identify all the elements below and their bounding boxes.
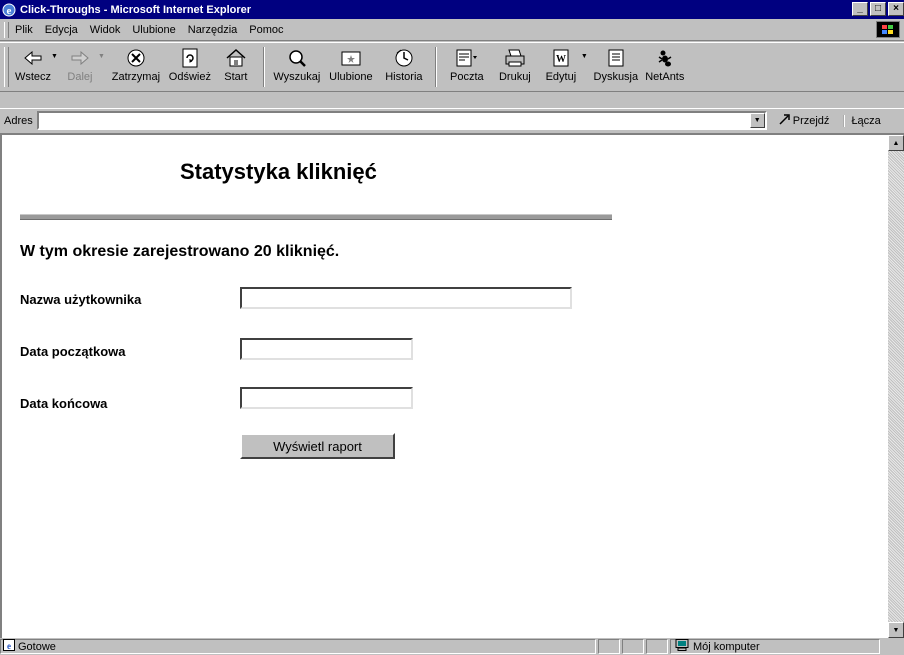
links-button[interactable]: Łącza: [843, 114, 881, 127]
vertical-scrollbar[interactable]: ▲ ▼: [888, 135, 904, 638]
search-icon: [284, 47, 310, 69]
menu-tools[interactable]: Narzędzia: [188, 24, 238, 36]
menu-file[interactable]: Plik: [15, 24, 33, 36]
status-main-panel: e Gotowe: [0, 639, 596, 654]
address-label: Adres: [4, 114, 33, 127]
search-label: Wyszukaj: [273, 71, 321, 83]
status-text: Gotowe: [18, 640, 56, 653]
edit-button[interactable]: W Edytuj: [539, 43, 583, 89]
forward-button[interactable]: Dalej: [60, 43, 100, 89]
stop-label: Zatrzymaj: [111, 71, 161, 83]
search-button[interactable]: Wyszukaj: [271, 43, 323, 89]
clicks-summary: W tym okresie zarejestrowano 20 kliknięć…: [20, 243, 340, 260]
end-date-label: Data końcowa: [20, 396, 108, 411]
ant-icon: [652, 47, 678, 69]
status-bar: e Gotowe Mój komputer: [0, 638, 904, 655]
scroll-up-icon[interactable]: ▲: [888, 135, 904, 151]
ie-logo-icon: e: [2, 3, 16, 17]
menu-view[interactable]: Widok: [90, 24, 121, 36]
svg-text:W: W: [556, 54, 566, 65]
home-icon: [223, 47, 249, 69]
history-label: Historia: [385, 71, 423, 83]
forward-arrow-icon: [67, 47, 93, 69]
discuss-button[interactable]: Dyskusja: [590, 43, 642, 89]
discuss-icon: [603, 47, 629, 69]
go-button[interactable]: Przejdź: [777, 112, 830, 129]
home-button[interactable]: Start: [215, 43, 257, 89]
toolbar-grip: [4, 47, 9, 87]
standard-toolbar: Wstecz ▼ Dalej ▼ Zatrzymaj Odśwież Start…: [0, 42, 904, 92]
forward-label: Dalej: [67, 71, 93, 83]
netants-button[interactable]: NetAnts: [642, 43, 688, 89]
mail-icon: [454, 47, 480, 69]
address-dropdown-icon[interactable]: ▼: [749, 113, 765, 128]
back-dropdown-icon[interactable]: ▼: [51, 53, 58, 60]
status-panel-empty: [622, 639, 644, 654]
back-button[interactable]: Wstecz: [13, 43, 53, 89]
menu-edit[interactable]: Edycja: [45, 24, 78, 36]
page-viewport: Statystyka kliknięć W tym okresie zareje…: [0, 133, 904, 638]
username-label: Nazwa użytkownika: [20, 292, 142, 307]
zone-text: Mój komputer: [693, 640, 760, 653]
history-icon: [391, 47, 417, 69]
favorites-icon: [338, 47, 364, 69]
status-panel-empty: [646, 639, 668, 654]
start-date-label: Data początkowa: [20, 344, 126, 359]
status-panel-empty: [598, 639, 620, 654]
windows-logo-icon: [876, 21, 900, 38]
refresh-icon: [177, 47, 203, 69]
menu-help[interactable]: Pomoc: [249, 24, 283, 36]
edit-page-icon: W: [548, 47, 574, 69]
history-button[interactable]: Historia: [379, 43, 429, 89]
toolbar-separator: [262, 47, 265, 87]
toolbar-separator: [434, 47, 437, 87]
back-label: Wstecz: [14, 71, 52, 83]
printer-icon: [502, 47, 528, 69]
computer-icon: [675, 639, 689, 654]
scroll-down-icon[interactable]: ▼: [888, 622, 904, 638]
refresh-label: Odśwież: [168, 71, 211, 83]
restore-button[interactable]: □: [870, 2, 886, 16]
favorites-label: Ulubione: [329, 71, 373, 83]
start-date-input[interactable]: [240, 338, 413, 360]
show-report-button[interactable]: Wyświetl raport: [240, 433, 395, 459]
print-button[interactable]: Drukuj: [491, 43, 539, 89]
favorites-button[interactable]: Ulubione: [323, 43, 379, 89]
refresh-button[interactable]: Odśwież: [165, 43, 215, 89]
title-bar: e Click-Throughs - Microsoft Internet Ex…: [0, 0, 904, 19]
horizontal-rule: [20, 214, 612, 220]
stop-button[interactable]: Zatrzymaj: [107, 43, 165, 89]
mail-button[interactable]: Poczta: [443, 43, 491, 89]
close-button[interactable]: ×: [888, 2, 904, 16]
stop-icon: [123, 47, 149, 69]
username-input[interactable]: [240, 287, 572, 309]
edit-dropdown-icon[interactable]: ▼: [581, 53, 588, 60]
discuss-label: Dyskusja: [593, 71, 639, 83]
edit-label: Edytuj: [545, 71, 577, 83]
print-label: Drukuj: [498, 71, 531, 83]
menu-grip: [4, 21, 9, 38]
menu-bar: Plik Edycja Widok Ulubione Narzędzia Pom…: [0, 19, 904, 41]
page-heading: Statystyka kliknięć: [180, 159, 377, 184]
go-label: Przejdź: [792, 114, 830, 127]
mail-label: Poczta: [450, 71, 484, 83]
address-bar: Adres ▼ Przejdź Łącza: [0, 108, 904, 132]
page-status-icon: e: [3, 639, 15, 654]
home-label: Start: [224, 71, 248, 83]
netants-label: NetAnts: [645, 71, 685, 83]
svg-text:e: e: [7, 5, 12, 17]
minimize-button[interactable]: _: [852, 2, 868, 16]
menu-favorites[interactable]: Ulubione: [132, 24, 175, 36]
address-input[interactable]: ▼: [36, 111, 767, 130]
forward-dropdown-icon[interactable]: ▼: [98, 53, 105, 60]
end-date-input[interactable]: [240, 387, 413, 409]
svg-text:e: e: [7, 641, 11, 651]
window-title: Click-Throughs - Microsoft Internet Expl…: [20, 3, 252, 16]
zone-panel: Mój komputer: [670, 639, 880, 654]
back-arrow-icon: [20, 47, 46, 69]
go-arrow-icon: [777, 112, 793, 129]
